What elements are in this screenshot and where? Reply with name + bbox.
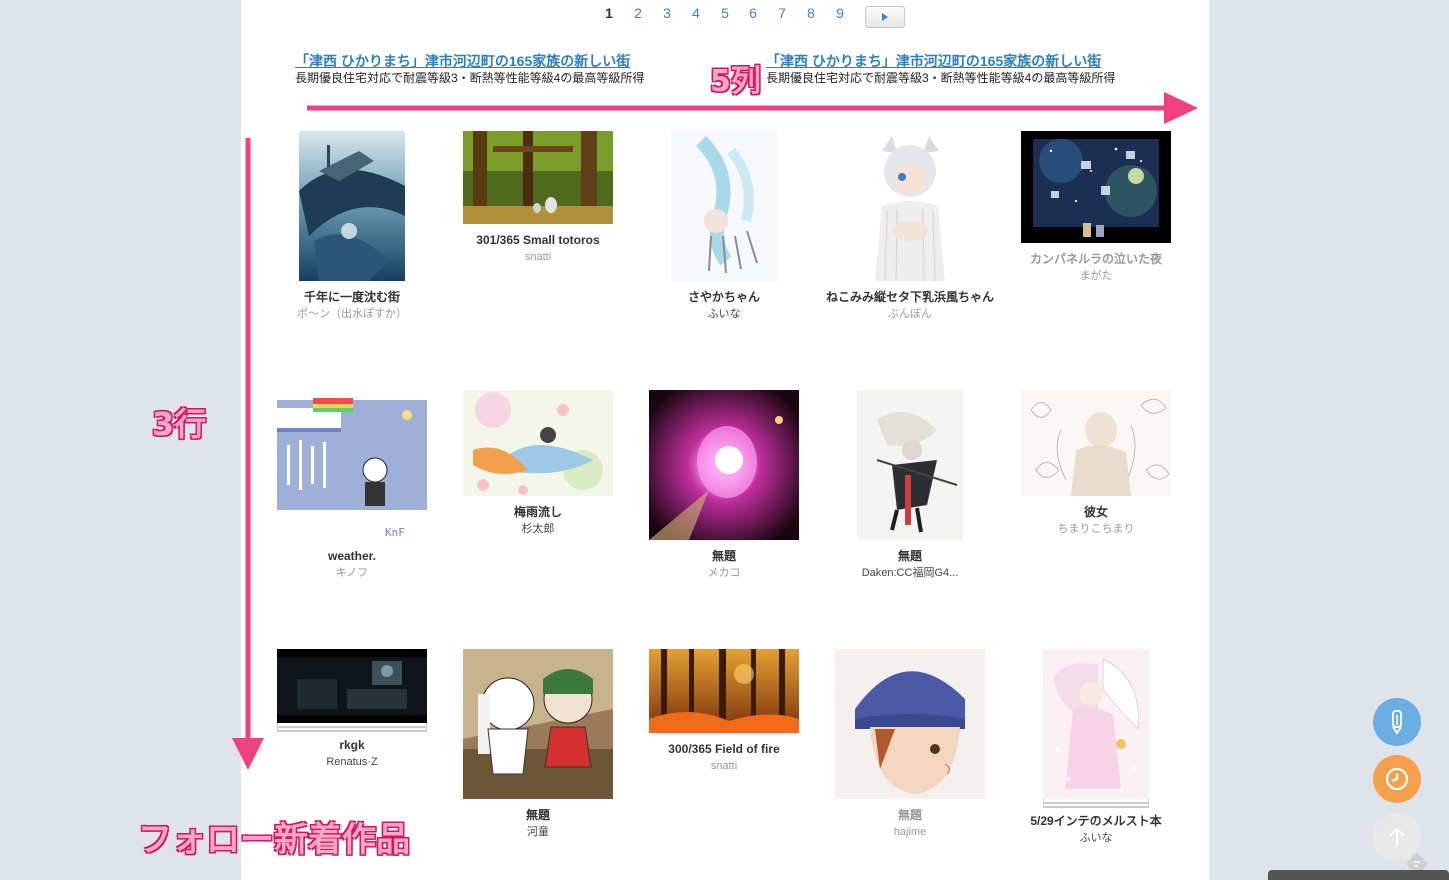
work-title[interactable]: 5/29インテのメルスト本 (1003, 813, 1189, 830)
bottom-notification-bar[interactable] (1268, 870, 1449, 880)
work-thumbnail[interactable] (277, 649, 427, 723)
work-card[interactable]: 千年に一度沈む街 ポ〜ン（出水ぽすか） (259, 131, 445, 322)
work-thumbnail[interactable] (649, 649, 799, 733)
work-title[interactable]: 301/365 Small totoros (445, 232, 631, 249)
work-author[interactable]: snatti (631, 758, 817, 774)
work-card[interactable]: KnF weather. キノフ (259, 390, 445, 581)
work-thumbnail[interactable] (857, 390, 963, 540)
work-author[interactable]: ぶんぼん (817, 306, 1003, 322)
work-title[interactable]: 300/365 Field of fire (631, 741, 817, 758)
ad-link-right[interactable]: 「津西 ひかりまち」津市河辺町の165家族の新しい街 (766, 52, 1115, 70)
play-triangle-icon (882, 13, 888, 21)
work-card[interactable]: 彼女 ちまりこちまり (1003, 390, 1189, 537)
work-author[interactable]: Daken:CC福岡G4... (817, 565, 1003, 581)
work-card[interactable]: 300/365 Field of fire snatti (631, 649, 817, 774)
work-thumbnail[interactable] (463, 390, 613, 496)
post-button[interactable] (1373, 698, 1421, 746)
work-card[interactable]: さやかちゃん ふいな (631, 131, 817, 322)
work-thumbnail[interactable] (1021, 390, 1171, 496)
work-card[interactable]: 無題 Daken:CC福岡G4... (817, 390, 1003, 581)
pagination: 1 2 3 4 5 6 7 8 9 (241, 4, 1209, 28)
annotation-rows: 3行 (152, 405, 207, 443)
work-card[interactable]: 無題 メカコ (631, 390, 817, 581)
work-card[interactable]: 無題 hajime (817, 649, 1003, 840)
work-thumbnail[interactable]: KnF (277, 390, 427, 540)
clock-icon (1385, 767, 1409, 791)
arrow-up-icon (1389, 827, 1405, 846)
work-title[interactable]: カンパネルラの泣いた夜 (1003, 251, 1189, 268)
work-title[interactable]: さやかちゃん (631, 289, 817, 306)
history-button[interactable] (1373, 755, 1421, 803)
work-thumbnail[interactable] (463, 649, 613, 799)
main-content: 1 2 3 4 5 6 7 8 9 「津西 ひかりまち」津市河辺町の165家族の… (241, 0, 1209, 880)
work-author[interactable]: hajime (817, 824, 1003, 840)
next-page-button[interactable] (865, 6, 905, 28)
work-card[interactable]: 梅雨流し 杉太郎 (445, 390, 631, 537)
ad-desc-right: 長期優良住宅対応で耐震等級3・断熱等性能等級4の最高等級所得 (766, 71, 1116, 85)
ad-desc-left: 長期優良住宅対応で耐震等級3・断熱等性能等級4の最高等級所得 (295, 71, 645, 85)
work-title[interactable]: 梅雨流し (445, 504, 631, 521)
page-link-7[interactable]: 7 (772, 4, 792, 22)
page-link-2[interactable]: 2 (628, 4, 648, 22)
page-link-8[interactable]: 8 (801, 4, 821, 22)
work-author[interactable]: まがた (1003, 268, 1189, 284)
work-title[interactable]: 無題 (631, 548, 817, 565)
work-author[interactable]: ふいな (631, 306, 817, 322)
work-author[interactable]: snatti (445, 249, 631, 265)
work-thumbnail[interactable] (299, 131, 405, 281)
work-author[interactable]: Renatus·Z (259, 754, 445, 770)
work-title[interactable]: 無題 (817, 807, 1003, 824)
page-link-1[interactable]: 1 (599, 4, 619, 22)
work-author[interactable]: 河童 (445, 824, 631, 840)
ad-left: 「津西 ひかりまち」津市河辺町の165家族の新しい街 長期優良住宅対応で耐震等級… (295, 52, 644, 86)
ad-link-left[interactable]: 「津西 ひかりまち」津市河辺町の165家族の新しい街 (295, 52, 644, 70)
work-thumbnail[interactable] (835, 649, 985, 799)
work-thumbnail[interactable] (671, 131, 777, 281)
work-thumbnail[interactable] (649, 390, 799, 540)
page-link-4[interactable]: 4 (686, 4, 706, 22)
work-title[interactable]: rkgk (259, 737, 445, 754)
work-card[interactable]: カンパネルラの泣いた夜 まがた (1003, 131, 1189, 284)
annotation-columns: 5列 (710, 64, 761, 99)
ad-right: 「津西 ひかりまち」津市河辺町の165家族の新しい街 長期優良住宅対応で耐震等級… (766, 52, 1115, 86)
work-author[interactable]: キノフ (259, 565, 445, 581)
work-card[interactable]: 無題 河童 (445, 649, 631, 840)
work-author[interactable]: ちまりこちまり (1003, 521, 1189, 537)
work-thumbnail[interactable] (857, 131, 963, 281)
page-link-3[interactable]: 3 (657, 4, 677, 22)
work-author[interactable]: ポ〜ン（出水ぽすか） (259, 306, 445, 322)
work-title[interactable]: weather. (259, 548, 445, 565)
work-title[interactable]: 無題 (817, 548, 1003, 565)
work-card[interactable]: 5/29インテのメルスト本 ふいな (1003, 649, 1189, 846)
page-link-5[interactable]: 5 (715, 4, 735, 22)
svg-text:KnF: KnF (385, 526, 405, 539)
work-title[interactable]: ねこみみ縦セタ下乳浜風ちゃん (817, 289, 1003, 306)
work-thumbnail[interactable] (1043, 649, 1149, 799)
pencil-icon (1392, 710, 1402, 735)
work-author[interactable]: メカコ (631, 565, 817, 581)
work-thumbnail[interactable] (1021, 131, 1171, 243)
work-card[interactable]: 301/365 Small totoros snatti (445, 131, 631, 265)
work-title[interactable]: 無題 (445, 807, 631, 824)
work-author[interactable]: 杉太郎 (445, 521, 631, 537)
work-title[interactable]: 彼女 (1003, 504, 1189, 521)
work-author[interactable]: ふいな (1003, 830, 1189, 846)
work-card[interactable]: ねこみみ縦セタ下乳浜風ちゃん ぶんぼん (817, 131, 1003, 322)
page-link-6[interactable]: 6 (743, 4, 763, 22)
annotation-caption: フォロー新着作品 (138, 820, 410, 860)
work-title[interactable]: 千年に一度沈む街 (259, 289, 445, 306)
page-link-9[interactable]: 9 (830, 4, 850, 22)
work-thumbnail[interactable] (463, 131, 613, 224)
work-card[interactable]: rkgk Renatus·Z (259, 649, 445, 770)
